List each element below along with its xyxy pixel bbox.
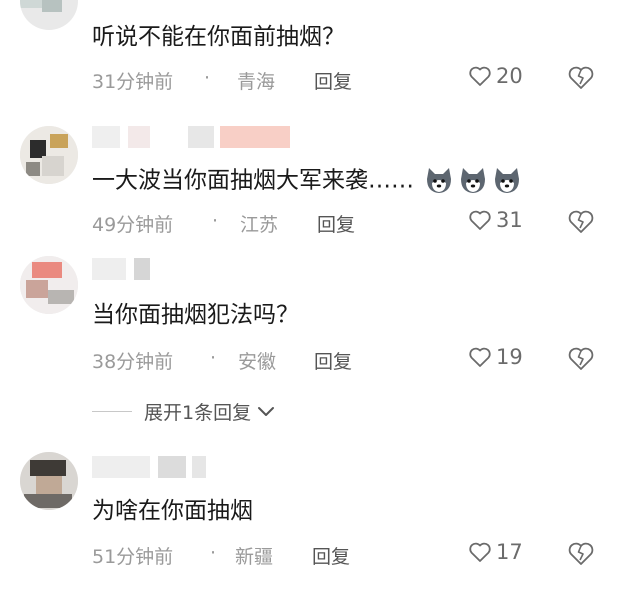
comment-text: 听说不能在你面前抽烟？ xyxy=(92,24,345,50)
broken-heart-icon[interactable] xyxy=(566,541,596,567)
comment-time: 49分钟前 xyxy=(92,214,174,236)
avatar[interactable] xyxy=(20,452,78,510)
heart-outline-icon xyxy=(469,347,491,367)
like-count: 31 xyxy=(496,208,523,232)
avatar[interactable] xyxy=(20,126,78,184)
heart-outline-icon xyxy=(469,66,491,86)
chevron-down-icon xyxy=(258,406,275,416)
comment-location: 新疆 xyxy=(235,546,274,568)
comment-text: 一大波当你面抽烟大军来袭…… xyxy=(92,165,523,197)
comment-text: 当你面抽烟犯法吗？ xyxy=(92,302,299,328)
comment-location: 安徽 xyxy=(238,351,277,373)
comment-time: 51分钟前 xyxy=(92,546,174,568)
husky-dog-emoji xyxy=(461,168,486,193)
like-count: 19 xyxy=(496,345,523,369)
comment-text-content: 一大波当你面抽烟大军来袭…… xyxy=(92,167,414,194)
like-button[interactable]: 19 xyxy=(468,345,523,369)
reply-button[interactable]: 回复 xyxy=(317,210,355,237)
husky-dog-emoji xyxy=(427,168,452,193)
comment-location: 青海 xyxy=(237,71,276,93)
like-count: 17 xyxy=(496,540,523,564)
reply-button[interactable]: 回复 xyxy=(314,67,352,94)
meta-dot: · xyxy=(212,210,219,232)
avatar[interactable] xyxy=(20,0,78,30)
comment-location: 江苏 xyxy=(240,214,279,236)
reply-button[interactable]: 回复 xyxy=(314,347,352,374)
heart-outline-icon xyxy=(469,210,491,230)
meta-dot: · xyxy=(210,542,217,564)
broken-heart-icon[interactable] xyxy=(566,346,596,372)
broken-heart-icon[interactable] xyxy=(566,65,596,91)
expand-replies-label: 展开1条回复 xyxy=(144,402,252,424)
like-count: 20 xyxy=(496,64,523,88)
meta-dot: · xyxy=(210,347,217,369)
heart-outline-icon xyxy=(469,542,491,562)
comment-text: 为啥在你面抽烟 xyxy=(92,498,253,524)
comment-time: 38分钟前 xyxy=(92,351,174,373)
comment-time: 31分钟前 xyxy=(92,71,174,93)
expand-replies-button[interactable]: 展开1条回复 xyxy=(92,398,277,425)
broken-heart-icon[interactable] xyxy=(566,209,596,235)
reply-button[interactable]: 回复 xyxy=(312,542,350,569)
avatar[interactable] xyxy=(20,256,78,314)
like-button[interactable]: 20 xyxy=(468,64,523,88)
like-button[interactable]: 17 xyxy=(468,540,523,564)
husky-dog-emoji xyxy=(495,168,520,193)
divider-line xyxy=(92,411,132,412)
like-button[interactable]: 31 xyxy=(468,208,523,232)
meta-dot: · xyxy=(204,67,211,89)
